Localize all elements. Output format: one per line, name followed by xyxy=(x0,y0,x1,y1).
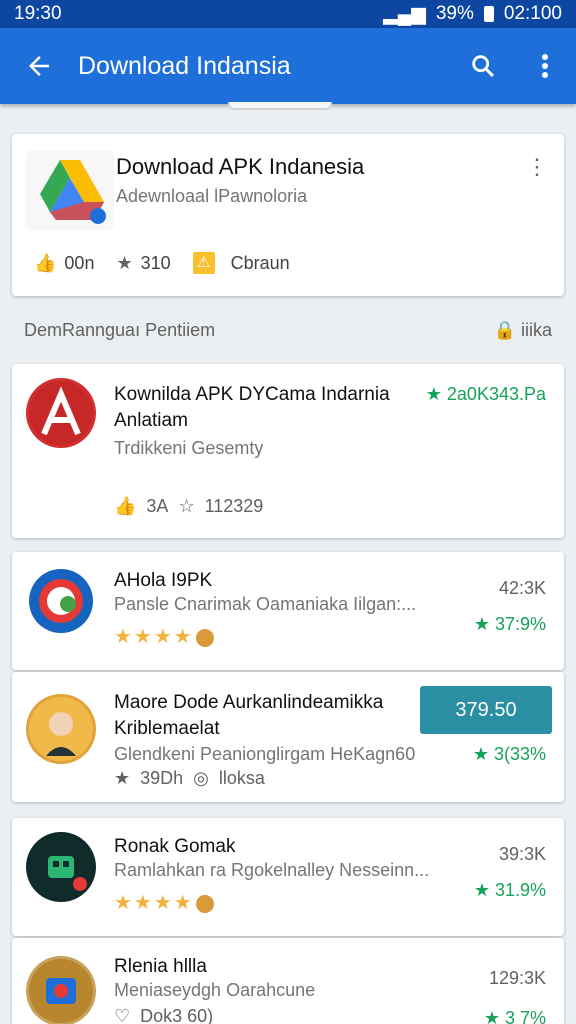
app-logo xyxy=(26,956,96,1024)
item-title: Ronak Gomak xyxy=(114,836,236,857)
list-item[interactable]: Kownilda APK DYCama Indarnia Anlatiam ★ … xyxy=(12,364,564,538)
section-title: DemRannguaı Pentiiem xyxy=(24,320,216,340)
rating-value: 310 xyxy=(140,252,171,273)
section-header: DemRannguaı Pentiiem 🔒 iiika xyxy=(24,320,552,341)
list-item[interactable]: AHola I9PK Pansle Cnarimak Oamaniaka Iil… xyxy=(12,552,564,670)
star-icon: ★ xyxy=(116,252,133,273)
rating-stars: ★★★★ xyxy=(114,624,214,649)
more-vert-icon xyxy=(542,54,548,78)
heart-icon: ♡ xyxy=(114,1006,131,1024)
thumbs-up-icon: 👍 xyxy=(34,252,57,273)
star-icon: ★ xyxy=(114,768,131,788)
avatar xyxy=(26,694,96,764)
back-button[interactable] xyxy=(0,28,78,104)
thumbs-up-icon: 👍 xyxy=(114,496,137,516)
mini-app-icon xyxy=(195,628,214,647)
item-meta: 👍 3A ☆ 112329 xyxy=(114,496,263,517)
star-outline-icon: ☆ xyxy=(178,496,195,516)
page-title: Download Indansia xyxy=(78,51,291,80)
item-title: Rlenia hllla xyxy=(114,956,207,977)
badge-icon: ⚠ xyxy=(192,252,215,274)
status-bar: 19:30 ▂▄▆ 39% 02:100 xyxy=(0,0,576,28)
item-title: Maore Dode Aurkanlindeamikka xyxy=(114,692,384,713)
list-item[interactable]: Rlenia hllla Meniaseydgh Oarahcune 129:3… xyxy=(12,938,564,1024)
app-logo-badge-icon xyxy=(29,959,93,1023)
pull-tab[interactable] xyxy=(228,102,332,110)
item-subtitle: Glendkeni Peanionglirgam HeKagn60 xyxy=(114,744,416,764)
meta-value: Dok3 60) xyxy=(140,1006,214,1024)
item-title-line2: Kriblemaelat xyxy=(114,718,220,739)
item-subtitle: Trdikkeni Gesemty xyxy=(114,438,264,458)
item-count: 39:3K xyxy=(498,844,546,864)
views-count: lloksa xyxy=(218,768,265,788)
list-item[interactable]: Maore Dode Aurkanlindeamikka Kriblemaela… xyxy=(12,672,564,802)
featured-stats: 👍 00n ★ 310 ⚠ Cbraun xyxy=(34,252,298,274)
overflow-menu-button[interactable] xyxy=(514,28,576,104)
person-photo-icon xyxy=(29,697,93,761)
arrow-left-icon xyxy=(29,56,49,76)
item-subtitle: Ramlahkan ra Rgokelnalley Nesseinn... xyxy=(114,860,430,880)
app-logo xyxy=(26,832,96,902)
eye-icon: ◎ xyxy=(193,768,209,788)
status-icons: ▂▄▆ 39% 02:100 xyxy=(383,3,562,26)
item-title-line2: Anlatiam xyxy=(114,410,188,431)
section-action[interactable]: 🔒 iiika xyxy=(494,320,552,341)
app-logo xyxy=(26,150,114,230)
item-score: ★ 31.9% xyxy=(473,880,546,900)
stars-count: 112329 xyxy=(204,496,264,516)
app-logo xyxy=(26,378,96,448)
item-score-value: 31.9% xyxy=(494,880,546,900)
item-subtitle: Meniaseydgh Oarahcune xyxy=(114,980,316,1000)
item-count: 42:3K xyxy=(498,578,546,598)
item-meta: ★ 39Dh ◎ lloksa xyxy=(114,768,265,789)
status-time: 19:30 xyxy=(14,3,62,24)
battery-icon xyxy=(483,6,494,22)
status-clock: 02:100 xyxy=(503,3,562,24)
search-button[interactable] xyxy=(452,28,514,104)
app-logo-green-icon xyxy=(29,835,93,899)
featured-subtitle: Adewnloaal lPawnoloria xyxy=(116,186,308,206)
signal-icon: ▂▄▆ xyxy=(383,3,426,25)
featured-title: Download APK Indanesia xyxy=(116,154,365,179)
chrome-logo-icon xyxy=(29,569,93,633)
app-logo xyxy=(26,566,96,636)
app-logo-a-icon xyxy=(29,381,93,445)
item-score: ★ 37:9% xyxy=(473,614,546,634)
rating-stars: ★★★★ xyxy=(114,890,214,915)
likes-count: 00n xyxy=(64,252,95,273)
drive-logo-icon xyxy=(40,160,106,224)
item-title: AHola I9PK xyxy=(114,570,213,591)
item-meta: ♡ Dok3 60) xyxy=(114,1006,213,1024)
mini-app-icon xyxy=(195,894,214,913)
item-subtitle: Pansle Cnarimak Oamaniaka Iilgan:... xyxy=(114,594,417,614)
card-menu-icon[interactable]: ⋮ xyxy=(526,154,548,180)
section-action-label: iiika xyxy=(520,320,552,340)
badge-label: Cbraun xyxy=(230,252,290,273)
item-score-value: 37:9% xyxy=(494,614,546,634)
search-icon xyxy=(472,55,494,77)
item-score: ★ 3 7% xyxy=(484,1008,546,1024)
rating-value: 39Dh xyxy=(140,768,184,788)
item-score-value: 2a0K343.Pa xyxy=(446,384,546,404)
app-bar: Download Indansia xyxy=(0,28,576,104)
item-score: ★ 3(33% xyxy=(472,744,546,764)
likes-count: 3A xyxy=(146,496,169,516)
featured-app-card[interactable]: Download APK Indanesia Adewnloaal lPawno… xyxy=(12,134,564,296)
price-button[interactable]: 379.50 xyxy=(420,686,552,734)
battery-percent: 39% xyxy=(435,3,474,24)
list-item[interactable]: Ronak Gomak Ramlahkan ra Rgokelnalley Ne… xyxy=(12,818,564,936)
item-score-value: 3 7% xyxy=(504,1008,546,1024)
item-title: Kownilda APK DYCama Indarnia xyxy=(114,384,390,405)
item-count: 129:3K xyxy=(488,968,546,988)
item-score-value: 3(33% xyxy=(493,744,546,764)
item-score: ★ 2a0K343.Pa xyxy=(425,384,546,404)
